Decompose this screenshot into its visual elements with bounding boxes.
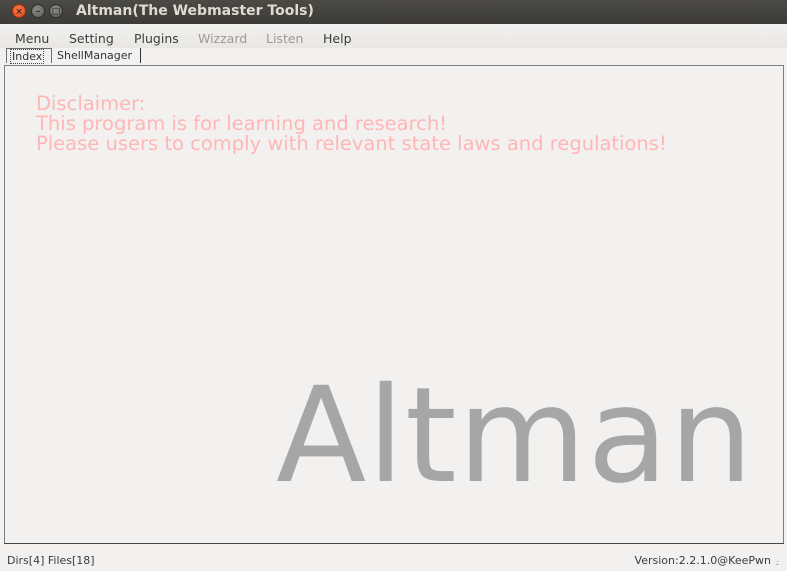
maximize-icon[interactable]: □ xyxy=(49,4,63,18)
resize-grip-icon[interactable]: .: xyxy=(775,558,785,568)
disclaimer-line-1: This program is for learning and researc… xyxy=(36,112,448,135)
window-title: Altman(The Webmaster Tools) xyxy=(76,3,314,19)
status-version: Version:2.2.1.0@KeePwn xyxy=(634,554,771,567)
menu-item-listen: Listen xyxy=(266,31,304,46)
disclaimer-line-2: Please users to comply with relevant sta… xyxy=(36,132,667,155)
app-logo-text: Altman xyxy=(276,359,754,513)
panel-divider xyxy=(4,543,784,544)
disclaimer-heading: Disclaimer: xyxy=(36,92,146,115)
tab-shellmanager[interactable]: ShellManager xyxy=(53,48,141,63)
menu-item-setting[interactable]: Setting xyxy=(69,31,114,46)
status-dir-file-count: Dirs[4] Files[18] xyxy=(7,554,95,567)
tab-shellmanager-label: ShellManager xyxy=(57,49,133,62)
minimize-icon[interactable]: – xyxy=(31,4,45,18)
menu-item-help[interactable]: Help xyxy=(323,31,352,46)
status-bar: Dirs[4] Files[18] Version:2.2.1.0@KeePwn… xyxy=(0,549,787,571)
close-icon[interactable]: × xyxy=(12,4,26,18)
disclaimer-text: Disclaimer: This program is for learning… xyxy=(36,94,667,154)
tab-bar: Index ShellManager xyxy=(0,47,787,66)
title-bar[interactable]: × – □ Altman(The Webmaster Tools) xyxy=(0,0,787,24)
tab-index-label: Index xyxy=(9,49,45,64)
menu-item-plugins[interactable]: Plugins xyxy=(134,31,179,46)
menu-item-wizzard: Wizzard xyxy=(198,31,248,46)
app-window: × – □ Altman(The Webmaster Tools) Menu S… xyxy=(0,0,787,571)
menu-bar: Menu Setting Plugins Wizzard Listen Help xyxy=(0,24,787,48)
menu-item-menu[interactable]: Menu xyxy=(15,31,49,46)
tab-index[interactable]: Index xyxy=(6,48,52,64)
